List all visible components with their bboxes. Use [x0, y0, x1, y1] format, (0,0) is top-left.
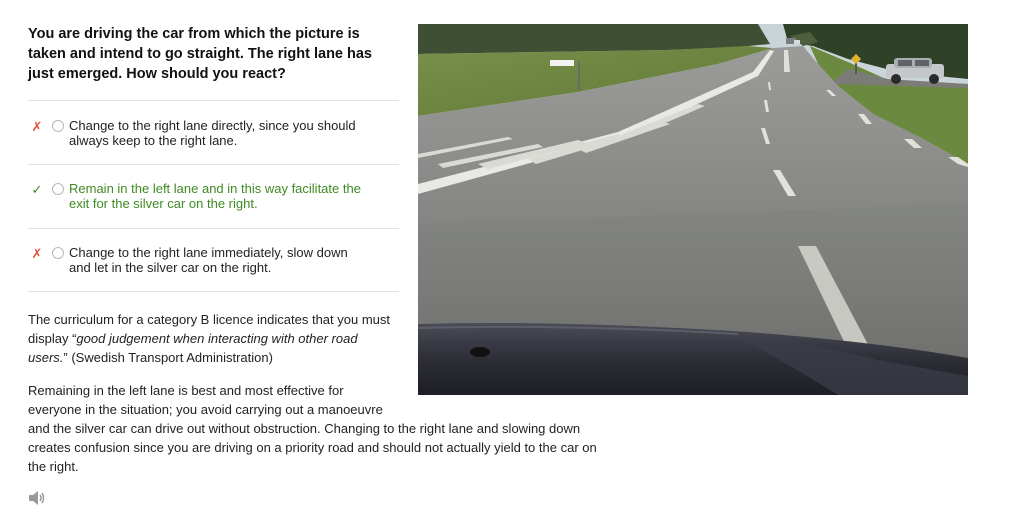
- check-icon: ✓: [31, 182, 43, 197]
- answer-option-3[interactable]: ✗ Change to the right lane immediately, …: [28, 245, 398, 285]
- speaker-icon[interactable]: [28, 490, 46, 506]
- explanation-paragraph-1: The curriculum for a category B licence …: [28, 312, 390, 365]
- answer-option-2[interactable]: ✓ Remain in the left lane and in this wa…: [28, 181, 398, 221]
- radio-button[interactable]: [52, 247, 64, 259]
- question-text: You are driving the car from which the p…: [28, 26, 372, 82]
- divider: [28, 100, 399, 101]
- explanation-paragraph-2: Remaining in the left lane is best and m…: [28, 383, 597, 474]
- answer-label: Change to the right lane directly, since…: [69, 118, 356, 148]
- road-photo: [418, 24, 968, 395]
- cross-icon: ✗: [31, 246, 43, 261]
- radio-button[interactable]: [52, 183, 64, 195]
- divider: [28, 228, 399, 229]
- radio-button[interactable]: [52, 120, 64, 132]
- divider: [28, 291, 399, 292]
- divider: [28, 164, 399, 165]
- cross-icon: ✗: [31, 119, 43, 134]
- answer-label: Remain in the left lane and in this way …: [69, 181, 361, 211]
- answer-option-1[interactable]: ✗ Change to the right lane directly, sin…: [28, 118, 398, 158]
- answer-label: Change to the right lane immediately, sl…: [69, 245, 348, 275]
